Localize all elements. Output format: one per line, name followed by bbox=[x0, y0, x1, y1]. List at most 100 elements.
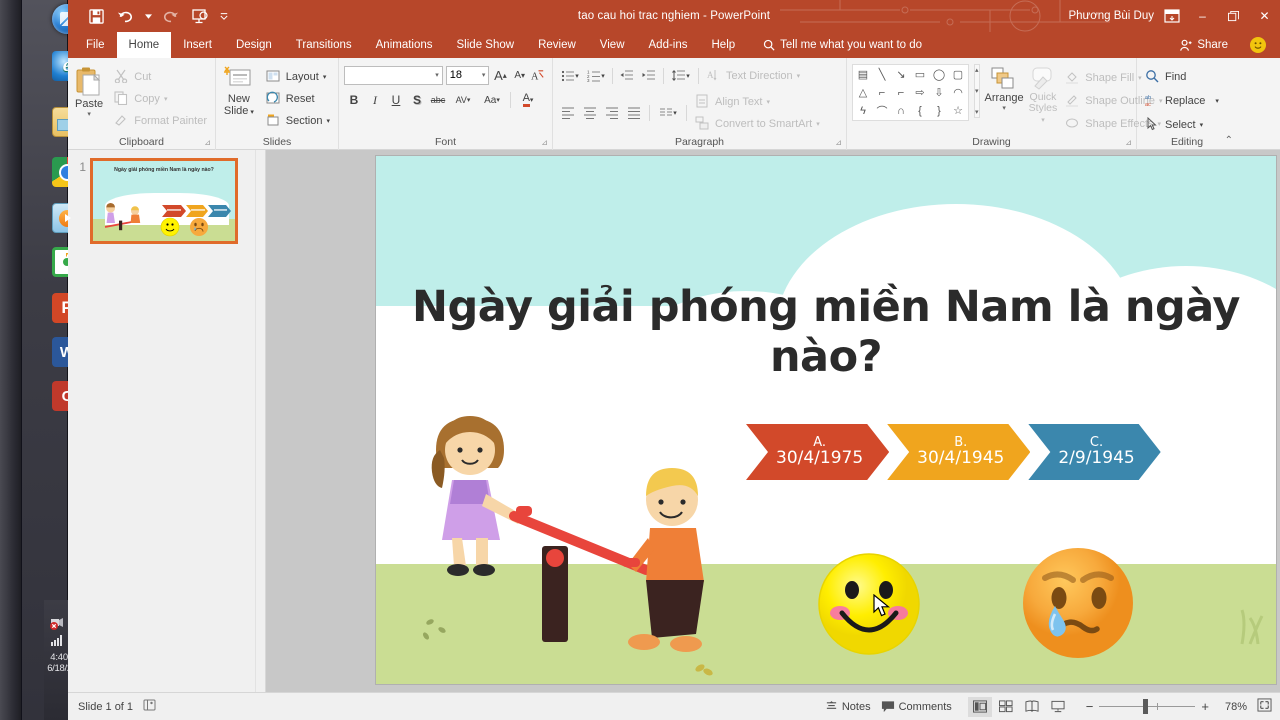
font-size-dropdown-icon[interactable]: ▾ bbox=[482, 71, 486, 79]
zoom-slider[interactable]: − + bbox=[1080, 699, 1215, 714]
shape-elbow-connector-icon[interactable]: ⌐ bbox=[873, 84, 891, 101]
ribbon[interactable]: Paste ▾ Cut Copy ▾ bbox=[68, 58, 1280, 150]
slide-editing-surface[interactable]: Ngày giải phóng miền Nam là ngày nào? A.… bbox=[376, 156, 1276, 684]
decrease-indent-button[interactable] bbox=[617, 66, 637, 86]
character-spacing-button[interactable]: AV▾ bbox=[449, 90, 477, 110]
drawing-dialog-launcher[interactable]: ⊿ bbox=[1125, 138, 1132, 147]
paragraph-dialog-launcher[interactable]: ⊿ bbox=[835, 138, 842, 147]
tab-view[interactable]: View bbox=[588, 32, 637, 58]
thumbnail-pane-scrollbar[interactable] bbox=[255, 150, 265, 692]
zoom-slider-thumb[interactable] bbox=[1143, 699, 1148, 714]
window-buttons[interactable]: – ✕ bbox=[1187, 0, 1280, 32]
shape-line-icon[interactable]: ╲ bbox=[873, 66, 891, 83]
italic-button[interactable]: I bbox=[365, 90, 385, 110]
ribbon-display-options-icon[interactable] bbox=[1164, 8, 1180, 24]
replace-dropdown-icon[interactable]: ▾ bbox=[1215, 97, 1219, 105]
numbering-button[interactable]: 123▾ bbox=[584, 66, 608, 86]
font-size-input[interactable]: 18 ▾ bbox=[446, 66, 490, 85]
smiley-face-emoji[interactable] bbox=[816, 551, 922, 657]
slide-canvas[interactable]: Ngày giải phóng miền Nam là ngày nào? A.… bbox=[266, 150, 1280, 692]
crying-face-emoji[interactable] bbox=[1019, 544, 1137, 662]
tell-me-box[interactable]: Tell me what you want to do bbox=[763, 32, 922, 58]
notes-button[interactable]: Notes bbox=[825, 700, 871, 713]
shapes-scroll-down-icon[interactable]: ▾ bbox=[975, 87, 979, 95]
change-case-button[interactable]: Aa▾ bbox=[478, 90, 506, 110]
line-spacing-button[interactable]: ▾ bbox=[668, 66, 694, 86]
arrange-button[interactable]: Arrange ▾ bbox=[985, 64, 1024, 112]
tab-file[interactable]: File bbox=[74, 32, 117, 58]
shape-rectangle-icon[interactable]: ▭ bbox=[911, 66, 929, 83]
answer-chevron-b[interactable]: B. 30/4/1945 bbox=[887, 424, 1030, 480]
zoom-level-label[interactable]: 78% bbox=[1225, 701, 1247, 713]
layout-button[interactable]: Layout ▾ bbox=[263, 66, 333, 87]
windows-taskbar[interactable]: ▸ 4:40 AM 6/18/2018 bbox=[22, 0, 68, 720]
tab-animations[interactable]: Animations bbox=[364, 32, 445, 58]
replace-button[interactable]: abac Replace ▾ bbox=[1142, 90, 1232, 111]
shapes-more-icon[interactable]: ▾ bbox=[975, 108, 979, 116]
tab-slide-show[interactable]: Slide Show bbox=[445, 32, 527, 58]
tab-transitions[interactable]: Transitions bbox=[284, 32, 364, 58]
align-right-button[interactable] bbox=[602, 103, 622, 123]
paste-button[interactable]: Paste ▾ bbox=[73, 64, 105, 131]
font-dialog-launcher[interactable]: ⊿ bbox=[541, 138, 548, 147]
increase-indent-button[interactable] bbox=[639, 66, 659, 86]
new-slide-button[interactable]: New Slide ▾ bbox=[221, 64, 257, 131]
columns-button[interactable]: ▾ bbox=[655, 103, 681, 123]
slideshow-view-button[interactable] bbox=[1046, 697, 1070, 717]
signal-bars-icon[interactable] bbox=[50, 633, 64, 647]
tab-help[interactable]: Help bbox=[700, 32, 748, 58]
ribbon-tabs[interactable]: File Home Insert Design Transitions Anim… bbox=[68, 32, 1280, 58]
tab-home[interactable]: Home bbox=[117, 32, 172, 58]
shape-rounded-rect-icon[interactable]: ▢ bbox=[949, 66, 967, 83]
font-name-dropdown-icon[interactable]: ▾ bbox=[435, 71, 439, 79]
answer-chevron-a[interactable]: A. 30/4/1975 bbox=[746, 424, 889, 480]
clear-formatting-icon[interactable]: A bbox=[531, 65, 547, 85]
shape-oval-icon[interactable]: ◯ bbox=[930, 66, 948, 83]
slide-thumbnail-pane[interactable]: 1 Ngày giải phóng miền Nam là ngày nào? bbox=[68, 150, 266, 692]
underline-button[interactable]: U bbox=[386, 90, 406, 110]
increase-font-size-button[interactable]: A▴ bbox=[492, 65, 508, 85]
find-button[interactable]: Find bbox=[1142, 66, 1232, 87]
zoom-slider-track[interactable] bbox=[1099, 706, 1195, 707]
shape-left-brace-icon[interactable]: { bbox=[911, 102, 929, 119]
fit-slide-to-window-icon[interactable] bbox=[1257, 698, 1272, 715]
shape-triangle-icon[interactable]: △ bbox=[854, 84, 872, 101]
account-name[interactable]: Phương Bùi Duy bbox=[1068, 0, 1154, 32]
slide-sorter-view-button[interactable] bbox=[994, 697, 1018, 717]
clipboard-dialog-launcher[interactable]: ⊿ bbox=[204, 138, 211, 147]
tab-design[interactable]: Design bbox=[224, 32, 284, 58]
shape-curve-icon[interactable]: ∩ bbox=[892, 102, 910, 119]
shape-arrow-icon[interactable]: ↘ bbox=[892, 66, 910, 83]
section-dropdown-icon[interactable]: ▾ bbox=[326, 117, 330, 125]
answer-chevron-c[interactable]: C. 2/9/1945 bbox=[1028, 424, 1160, 480]
comments-button[interactable]: Comments bbox=[881, 700, 952, 713]
align-center-button[interactable] bbox=[580, 103, 600, 123]
close-button[interactable]: ✕ bbox=[1249, 0, 1280, 32]
restore-button[interactable] bbox=[1218, 0, 1249, 32]
justify-button[interactable] bbox=[624, 103, 644, 123]
shape-textbox-icon[interactable]: ▤ bbox=[854, 66, 872, 83]
bold-button[interactable]: B bbox=[344, 90, 364, 110]
accessibility-checker-icon[interactable] bbox=[143, 698, 157, 715]
paste-dropdown-icon[interactable]: ▾ bbox=[87, 110, 91, 118]
shape-elbow-arrow-icon[interactable]: ⌐ bbox=[892, 84, 910, 101]
shape-down-arrow-icon[interactable]: ⇩ bbox=[930, 84, 948, 101]
status-bar[interactable]: Slide 1 of 1 Notes Comments bbox=[68, 692, 1280, 720]
share-button[interactable]: Share bbox=[1179, 32, 1228, 58]
tab-review[interactable]: Review bbox=[526, 32, 588, 58]
reset-button[interactable]: Reset bbox=[263, 88, 333, 109]
collapse-ribbon-icon[interactable]: ⌃ bbox=[1225, 135, 1233, 146]
font-color-button[interactable]: A▾ bbox=[515, 90, 541, 110]
zoom-out-button[interactable]: − bbox=[1080, 699, 1100, 714]
shape-right-brace-icon[interactable]: } bbox=[930, 102, 948, 119]
slide-thumbnail-item[interactable]: 1 Ngày giải phóng miền Nam là ngày nào? bbox=[68, 150, 265, 252]
align-left-button[interactable] bbox=[558, 103, 578, 123]
tab-add-ins[interactable]: Add-ins bbox=[637, 32, 700, 58]
shapes-gallery-scrollbar[interactable]: ▴ ▾ ▾ bbox=[974, 64, 980, 118]
shapes-scroll-up-icon[interactable]: ▴ bbox=[975, 66, 979, 74]
minimize-button[interactable]: – bbox=[1187, 0, 1218, 32]
slide-thumbnail-1[interactable]: Ngày giải phóng miền Nam là ngày nào? bbox=[90, 158, 238, 244]
shape-arc-icon[interactable]: ⌒ bbox=[873, 102, 891, 119]
shapes-gallery[interactable]: ▤ ╲ ↘ ▭ ◯ ▢ △ ⌐ ⌐ ⇨ ⇩ ◠ ϟ ⌒ ∩ bbox=[852, 64, 969, 121]
reading-view-button[interactable] bbox=[1020, 697, 1044, 717]
